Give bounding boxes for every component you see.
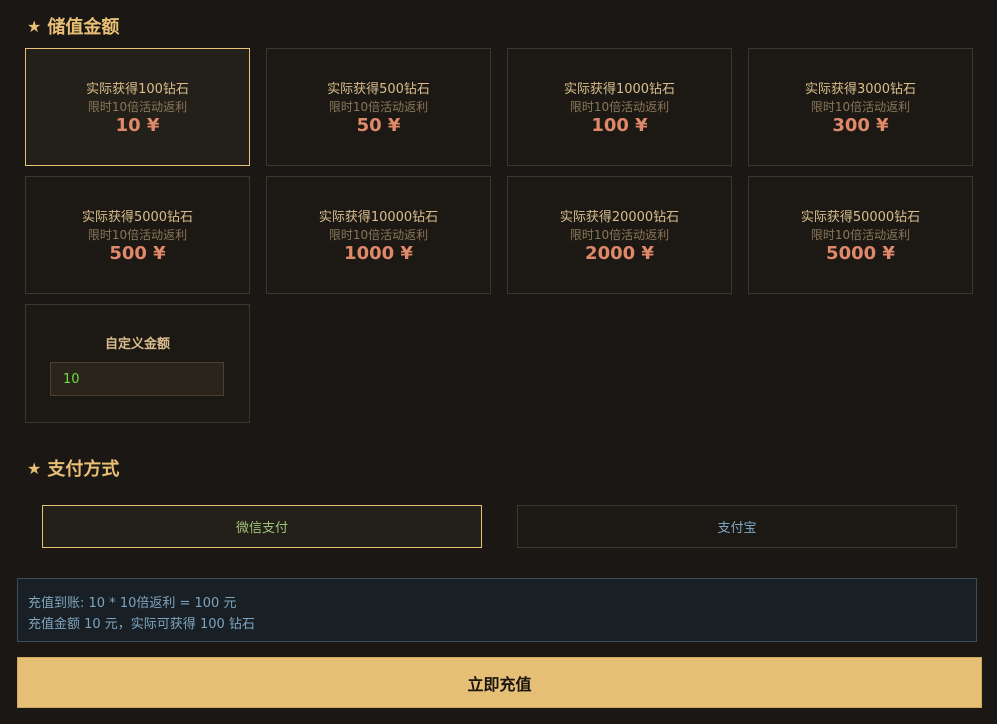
custom-amount-card: 自定义金额: [25, 304, 250, 423]
custom-amount-label: 自定义金额: [104, 337, 170, 352]
summary-line-2: 充值金额 10 元，实际可获得 100 钻石: [28, 617, 255, 632]
package-card[interactable]: 实际获得5000钻石 限时10倍活动返利 500 ¥: [25, 176, 250, 294]
package-card[interactable]: 实际获得20000钻石 限时10倍活动返利 2000 ¥: [507, 176, 732, 294]
alipay-button[interactable]: 支付宝: [517, 505, 957, 548]
recharge-now-button[interactable]: 立即充值: [17, 657, 982, 708]
payment-section-title: ★ 支付方式: [27, 455, 119, 481]
package-diamond-text: 实际获得1000钻石: [563, 82, 676, 97]
package-card[interactable]: 实际获得1000钻石 限时10倍活动返利 100 ¥: [507, 48, 732, 166]
star-icon: ★: [27, 16, 42, 36]
package-diamond-text: 实际获得100钻石: [86, 82, 189, 97]
package-price: 1000 ¥: [344, 243, 413, 264]
package-price: 100 ¥: [591, 115, 648, 136]
recharge-summary: 充值到账: 10 * 10倍返利 = 100 元 充值金额 10 元，实际可获得…: [17, 578, 977, 642]
package-diamond-text: 实际获得10000钻石: [318, 210, 439, 225]
package-bonus-text: 限时10倍活动返利: [87, 228, 188, 242]
wechat-pay-label: 微信支付: [235, 521, 288, 536]
package-price: 50 ¥: [356, 115, 401, 136]
package-card[interactable]: 实际获得50000钻石 限时10倍活动返利 5000 ¥: [748, 176, 973, 294]
package-diamond-text: 实际获得3000钻石: [804, 82, 917, 97]
package-price: 300 ¥: [832, 115, 889, 136]
package-price: 10 ¥: [115, 115, 160, 136]
package-diamond-text: 实际获得5000钻石: [81, 210, 194, 225]
package-price: 5000 ¥: [826, 243, 895, 264]
recharge-now-label: 立即充值: [467, 674, 532, 694]
package-card[interactable]: 实际获得500钻石 限时10倍活动返利 50 ¥: [266, 48, 491, 166]
wechat-pay-button[interactable]: 微信支付: [42, 505, 482, 548]
summary-line-1: 充值到账: 10 * 10倍返利 = 100 元: [28, 596, 237, 611]
package-bonus-text: 限时10倍活动返利: [328, 100, 429, 114]
package-bonus-text: 限时10倍活动返利: [569, 228, 670, 242]
custom-amount-input[interactable]: [50, 362, 224, 396]
package-bonus-text: 限时10倍活动返利: [569, 100, 670, 114]
package-price: 500 ¥: [109, 243, 166, 264]
recharge-page: ★ 储值金额 实际获得100钻石 限时10倍活动返利 10 ¥ 实际获得500钻石 限时…: [0, 0, 997, 724]
package-bonus-text: 限时10倍活动返利: [810, 100, 911, 114]
package-price: 2000 ¥: [585, 243, 654, 264]
package-bonus-text: 限时10倍活动返利: [87, 100, 188, 114]
package-card[interactable]: 实际获得3000钻石 限时10倍活动返利 300 ¥: [748, 48, 973, 166]
package-diamond-text: 实际获得500钻石: [327, 82, 430, 97]
package-bonus-text: 限时10倍活动返利: [810, 228, 911, 242]
package-bonus-text: 限时10倍活动返利: [328, 228, 429, 242]
package-card[interactable]: 实际获得10000钻石 限时10倍活动返利 1000 ¥: [266, 176, 491, 294]
package-card[interactable]: 实际获得100钻石 限时10倍活动返利 10 ¥: [25, 48, 250, 166]
star-icon: ★: [27, 458, 42, 478]
package-diamond-text: 实际获得50000钻石: [800, 210, 921, 225]
alipay-label: 支付宝: [717, 521, 757, 536]
amount-section-label: 储值金额: [47, 17, 120, 38]
package-diamond-text: 实际获得20000钻石: [559, 210, 680, 225]
amount-section-title: ★ 储值金额: [27, 13, 119, 39]
payment-section-label: 支付方式: [47, 459, 120, 480]
